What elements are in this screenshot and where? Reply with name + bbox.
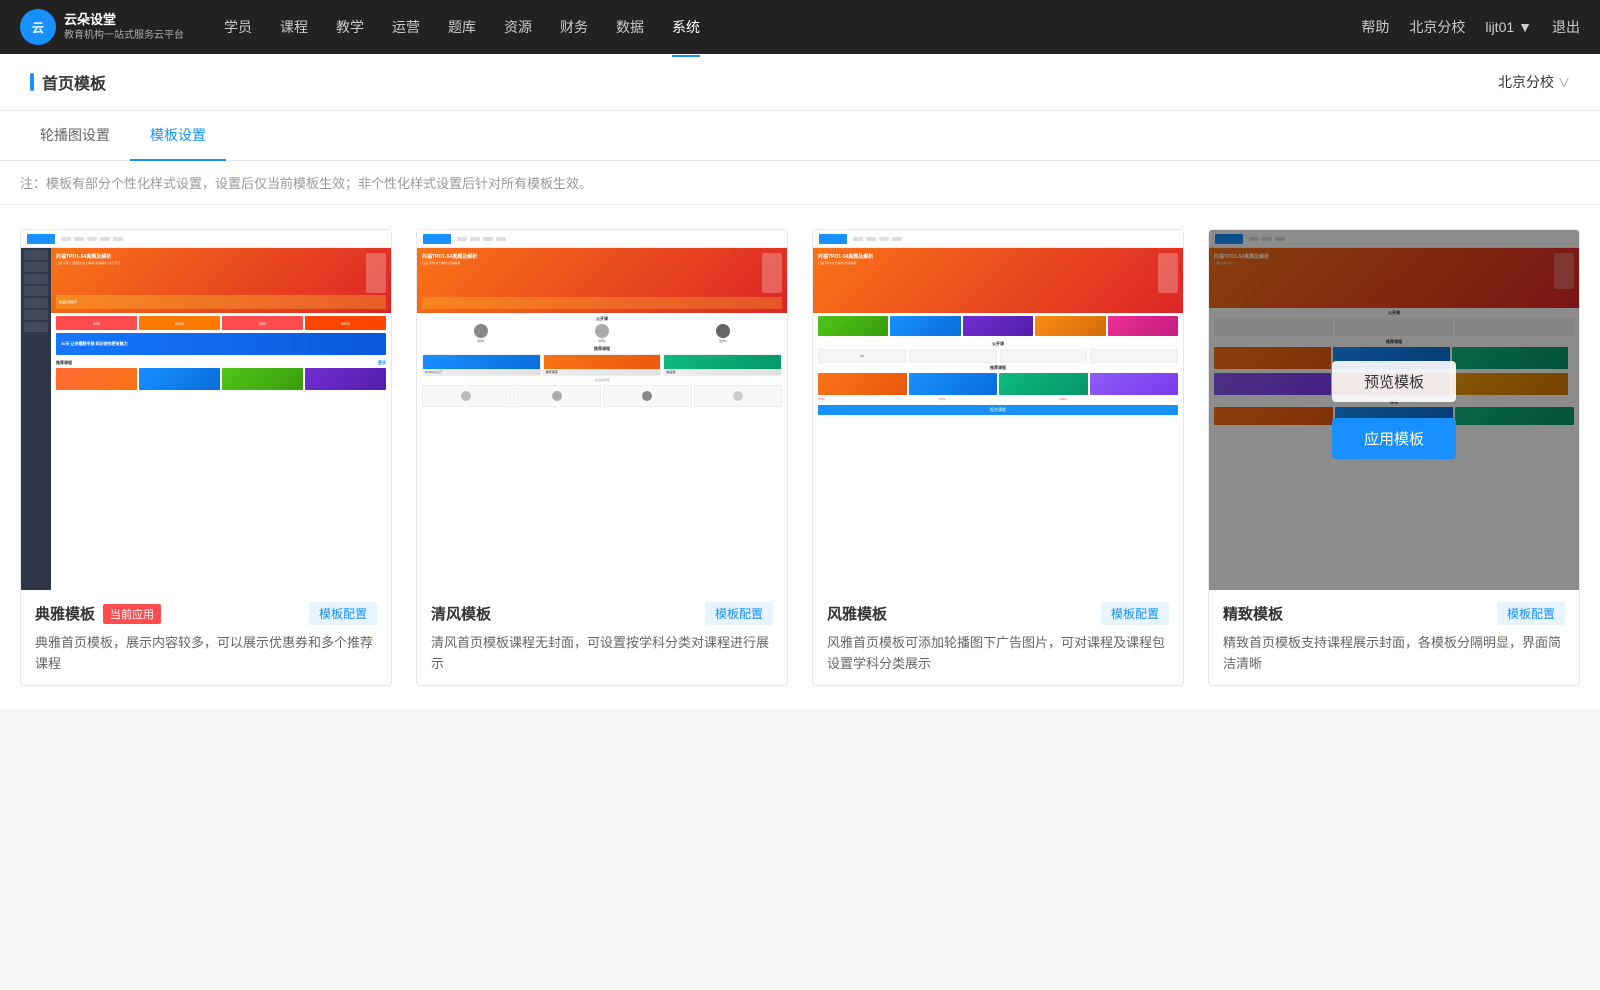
nav-menu: 学员 课程 教学 运营 题库 资源 财务 数据 系统 <box>224 13 1361 41</box>
branch-selector[interactable]: 北京分校 ∨ <box>1498 72 1570 92</box>
tab-carousel[interactable]: 轮播图设置 <box>20 111 130 161</box>
nav-item-courses[interactable]: 课程 <box>280 13 308 41</box>
template-preview-fengya[interactable]: 托福TPO1-54真题及解析 口语 写作 听力解析 阅读解析 <box>813 230 1183 590</box>
template-info-dianyan: 典雅模板 当前应用 模板配置 典雅首页模板，展示内容较多，可以展示优惠券和多个推… <box>21 590 391 685</box>
config-button-qingfeng[interactable]: 模板配置 <box>705 602 773 625</box>
template-info-fengya: 风雅模板 模板配置 风雅首页模板可添加轮播图下广告图片，可对课程及课程包设置学科… <box>813 590 1183 685</box>
template-name-dianyan: 典雅模板 <box>35 603 95 624</box>
config-button-dianyan[interactable]: 模板配置 <box>309 602 377 625</box>
page-title: 首页模板 <box>42 70 106 94</box>
nav-item-questions[interactable]: 题库 <box>448 13 476 41</box>
nav-branch[interactable]: 北京分校 <box>1409 17 1465 37</box>
template-name-fengya: 风雅模板 <box>827 603 887 624</box>
main-container: 轮播图设置 模板设置 注：模板有部分个性化样式设置，设置后仅当前模板生效；非个性… <box>0 111 1600 710</box>
templates-grid: 托福TPO1-54真题及解析 口语 写作 口语变化 听力解析 阅读解析 词汇学习… <box>20 229 1580 686</box>
template-card-fengya: 托福TPO1-54真题及解析 口语 写作 听力解析 阅读解析 <box>812 229 1184 686</box>
tabs-bar: 轮播图设置 模板设置 <box>0 111 1600 161</box>
logo-text: 云朵设堂 教育机构一站式服务云平台 <box>64 12 184 42</box>
template-name-qingfeng: 清风模板 <box>431 603 491 624</box>
note-text: 注：模板有部分个性化样式设置，设置后仅当前模板生效；非个性化样式设置后针对所有模… <box>0 161 1600 205</box>
config-button-jingzhi[interactable]: 模板配置 <box>1497 602 1565 625</box>
template-card-qingfeng: 托福TPO1-54真题及解析 口语 写作 听力解析 阅读解析 公开课 <box>416 229 788 686</box>
nav-item-data[interactable]: 数据 <box>616 13 644 41</box>
template-card-jingzhi: 托福TPO1-54真题及解析 口语 写作 听力 公开课 <box>1208 229 1580 686</box>
page: 首页模板 北京分校 ∨ 轮播图设置 模板设置 注：模板有部分个性化样式设置，设置… <box>0 54 1600 990</box>
template-name-row-fengya: 风雅模板 模板配置 <box>827 602 1169 625</box>
nav-bar: 云 云朵设堂 教育机构一站式服务云平台 学员 课程 教学 运营 题库 资源 财务… <box>0 0 1600 54</box>
template-info-qingfeng: 清风模板 模板配置 清风首页模板课程无封面，可设置按学科分类对课程进行展示 <box>417 590 787 685</box>
page-header: 首页模板 北京分校 ∨ <box>0 54 1600 111</box>
config-button-fengya[interactable]: 模板配置 <box>1101 602 1169 625</box>
template-info-jingzhi: 精致模板 模板配置 精致首页模板支持课程展示封面，各模板分隔明显，界面简洁清晰 <box>1209 590 1579 685</box>
nav-logo[interactable]: 云 云朵设堂 教育机构一站式服务云平台 <box>20 9 184 45</box>
nav-item-students[interactable]: 学员 <box>224 13 252 41</box>
nav-logout[interactable]: 退出 <box>1552 17 1580 37</box>
template-name-row-jingzhi: 精致模板 模板配置 <box>1223 602 1565 625</box>
template-desc-fengya: 风雅首页模板可添加轮播图下广告图片，可对课程及课程包设置学科分类展示 <box>827 633 1169 675</box>
template-desc-qingfeng: 清风首页模板课程无封面，可设置按学科分类对课程进行展示 <box>431 633 773 675</box>
tab-template[interactable]: 模板设置 <box>130 111 226 161</box>
nav-right: 帮助 北京分校 lijt01 ▼ 退出 <box>1361 17 1580 37</box>
nav-item-resources[interactable]: 资源 <box>504 13 532 41</box>
nav-item-finance[interactable]: 财务 <box>560 13 588 41</box>
current-badge-dianyan: 当前应用 <box>103 604 161 624</box>
preview-template-button[interactable]: 预览模板 <box>1332 361 1456 402</box>
template-name-jingzhi: 精致模板 <box>1223 603 1283 624</box>
page-title-wrap: 首页模板 <box>30 70 106 94</box>
template-name-row-qingfeng: 清风模板 模板配置 <box>431 602 773 625</box>
template-name-row-dianyan: 典雅模板 当前应用 模板配置 <box>35 602 377 625</box>
template-desc-dianyan: 典雅首页模板，展示内容较多，可以展示优惠券和多个推荐课程 <box>35 633 377 675</box>
template-preview-dianyan[interactable]: 托福TPO1-54真题及解析 口语 写作 口语变化 听力解析 阅读解析 词汇学习… <box>21 230 391 590</box>
page-title-bar <box>30 73 34 91</box>
nav-user[interactable]: lijt01 ▼ <box>1485 19 1532 35</box>
template-card-dianyan: 托福TPO1-54真题及解析 口语 写作 口语变化 听力解析 阅读解析 词汇学习… <box>20 229 392 686</box>
template-overlay-jingzhi: 预览模板 应用模板 <box>1209 230 1579 590</box>
nav-item-teaching[interactable]: 教学 <box>336 13 364 41</box>
template-desc-jingzhi: 精致首页模板支持课程展示封面，各模板分隔明显，界面简洁清晰 <box>1223 633 1565 675</box>
logo-icon: 云 <box>20 9 56 45</box>
templates-section: 托福TPO1-54真题及解析 口语 写作 口语变化 听力解析 阅读解析 词汇学习… <box>0 205 1600 710</box>
template-preview-qingfeng[interactable]: 托福TPO1-54真题及解析 口语 写作 听力解析 阅读解析 公开课 <box>417 230 787 590</box>
nav-help[interactable]: 帮助 <box>1361 17 1389 37</box>
chevron-down-icon: ∨ <box>1558 74 1570 91</box>
nav-item-operations[interactable]: 运营 <box>392 13 420 41</box>
template-preview-jingzhi[interactable]: 托福TPO1-54真题及解析 口语 写作 听力 公开课 <box>1209 230 1579 590</box>
apply-template-button[interactable]: 应用模板 <box>1332 418 1456 459</box>
nav-item-system[interactable]: 系统 <box>672 13 700 41</box>
